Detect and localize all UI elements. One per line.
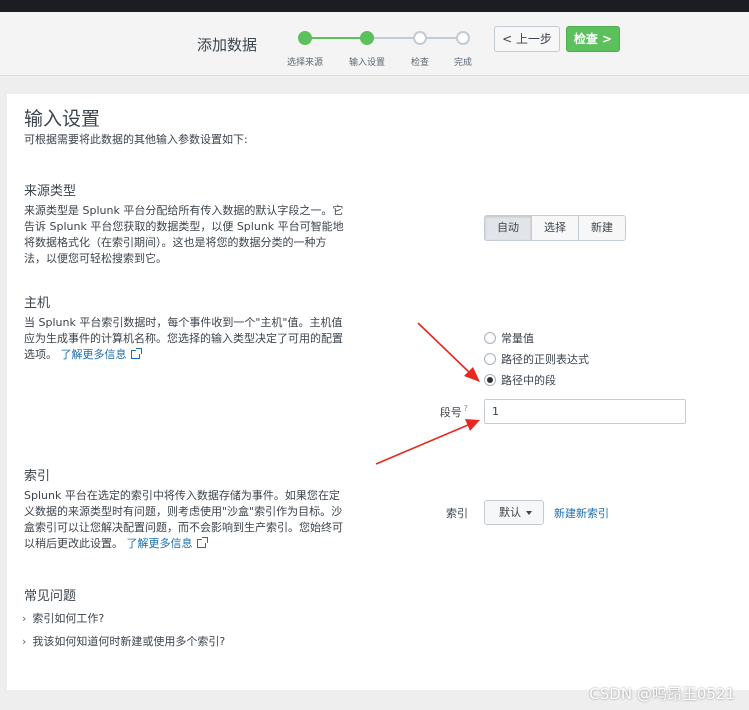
source-type-auto-button[interactable]: 自动 <box>485 216 532 240</box>
source-type-segmented-control: 自动 选择 新建 <box>484 215 626 241</box>
host-radio-regex[interactable]: 路径的正则表达式 <box>484 351 589 367</box>
faq-item-how-index-works[interactable]: › 索引如何工作? <box>22 610 104 626</box>
external-link-icon <box>196 537 208 548</box>
faq-item-multiple-indexes[interactable]: › 我该如何知道何时新建或使用多个索引? <box>22 633 225 649</box>
segment-number-input[interactable]: 1 <box>484 399 686 424</box>
host-heading: 主机 <box>24 296 51 311</box>
top-nav-bar <box>0 0 749 12</box>
index-field-label: 索引 <box>446 507 468 520</box>
wizard-title: 添加数据 <box>197 36 258 54</box>
segment-number-label: 段号? <box>420 404 468 420</box>
step-label: 完成 <box>453 58 472 68</box>
step-input-settings: 输入设置 <box>337 30 397 68</box>
faq-item-label: 索引如何工作? <box>32 612 105 625</box>
previous-button[interactable]: < 上一步 <box>494 26 560 52</box>
step-dot <box>456 31 470 45</box>
caret-down-icon <box>526 511 532 515</box>
host-learn-more-link[interactable]: 了解更多信息 <box>60 348 142 361</box>
faq-item-label: 我该如何知道何时新建或使用多个索引? <box>32 635 226 648</box>
source-type-heading: 来源类型 <box>24 184 77 199</box>
index-dropdown[interactable]: 默认 <box>484 500 544 525</box>
index-heading: 索引 <box>24 469 51 484</box>
host-radio-constant[interactable]: 常量值 <box>484 330 534 346</box>
faq-heading: 常见问题 <box>24 589 77 604</box>
new-index-link[interactable]: 新建新索引 <box>554 505 609 521</box>
watermark-text: CSDN @呜昂王0521 <box>589 685 735 703</box>
source-type-select-button[interactable]: 选择 <box>532 216 579 240</box>
learn-more-label: 了解更多信息 <box>126 537 193 550</box>
radio-circle-icon <box>484 332 496 344</box>
review-next-button[interactable]: 检查 > <box>566 26 620 52</box>
wizard-header: 添加数据 选择来源 输入设置 检查 完成 < 上一步 检查 > <box>0 12 749 76</box>
step-label: 选择来源 <box>286 58 323 68</box>
host-description: 当 Splunk 平台索引数据时，每个事件收到一个"主机"值。主机值应为生成事件… <box>24 315 346 363</box>
page-title: 输入设置 <box>24 108 101 130</box>
step-label: 输入设置 <box>348 58 385 68</box>
host-radio-segment[interactable]: 路径中的段 <box>484 372 556 388</box>
step-select-source: 选择来源 <box>275 30 335 68</box>
dropdown-value: 默认 <box>499 506 521 519</box>
step-dot <box>298 31 312 45</box>
help-icon[interactable]: ? <box>464 404 468 413</box>
wizard-stepper: 选择来源 输入设置 检查 完成 <box>285 30 485 70</box>
page-subtitle: 可根据需要将此数据的其他输入参数设置如下: <box>24 133 248 146</box>
index-description: Splunk 平台在选定的索引中将传入数据存储为事件。如果您在定义数据的来源类型… <box>24 488 346 552</box>
content-panel <box>7 94 749 690</box>
radio-selected-icon <box>484 374 496 386</box>
source-type-description: 来源类型是 Splunk 平台分配给所有传入数据的默认字段之一。它告诉 Splu… <box>24 204 344 265</box>
radio-label: 路径的正则表达式 <box>501 353 589 366</box>
radio-label: 常量值 <box>501 332 534 345</box>
external-link-icon <box>130 348 142 359</box>
step-dot <box>360 31 374 45</box>
source-type-new-button[interactable]: 新建 <box>579 216 625 240</box>
chevron-right-icon: › <box>22 612 27 625</box>
chevron-right-icon: › <box>22 635 27 648</box>
index-learn-more-link[interactable]: 了解更多信息 <box>126 537 208 550</box>
segment-label-text: 段号 <box>439 406 462 419</box>
radio-circle-icon <box>484 353 496 365</box>
learn-more-label: 了解更多信息 <box>60 348 127 361</box>
radio-label: 路径中的段 <box>501 374 556 387</box>
step-dot <box>413 31 427 45</box>
step-done: 完成 <box>433 30 493 68</box>
